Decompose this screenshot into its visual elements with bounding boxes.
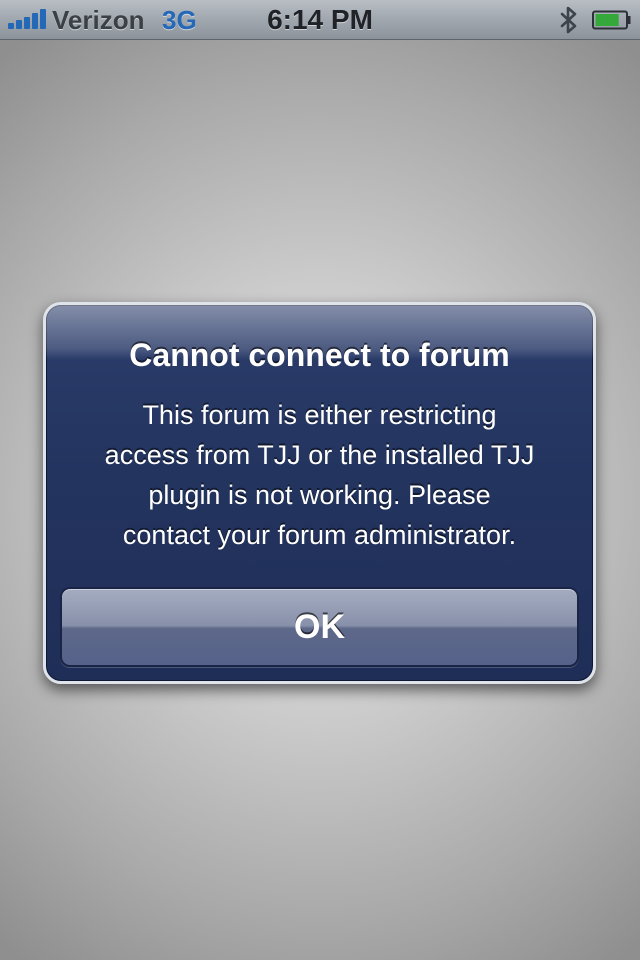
status-bar: Verizon 3G 6:14 PM — [0, 0, 640, 40]
status-time: 6:14 PM — [267, 4, 373, 35]
ok-button-label: OK — [294, 607, 345, 646]
alert-dialog: Cannot connect to forum This forum is ei… — [43, 302, 596, 684]
alert-message-line: contact your forum administrator. — [122, 520, 517, 550]
bluetooth-icon — [560, 6, 577, 34]
alert-message-line: This forum is either restricting — [142, 400, 497, 430]
ok-button[interactable]: OK — [60, 587, 579, 667]
alert-message-line: plugin is not working. Please — [148, 480, 491, 510]
battery-icon — [592, 10, 631, 30]
alert-title: Cannot connect to forum — [129, 337, 510, 373]
alert-message: This forum is either restricting access … — [56, 395, 583, 555]
alert-message-line: access from TJJ or the installed TJJ — [104, 440, 535, 470]
battery-fill — [595, 14, 619, 26]
